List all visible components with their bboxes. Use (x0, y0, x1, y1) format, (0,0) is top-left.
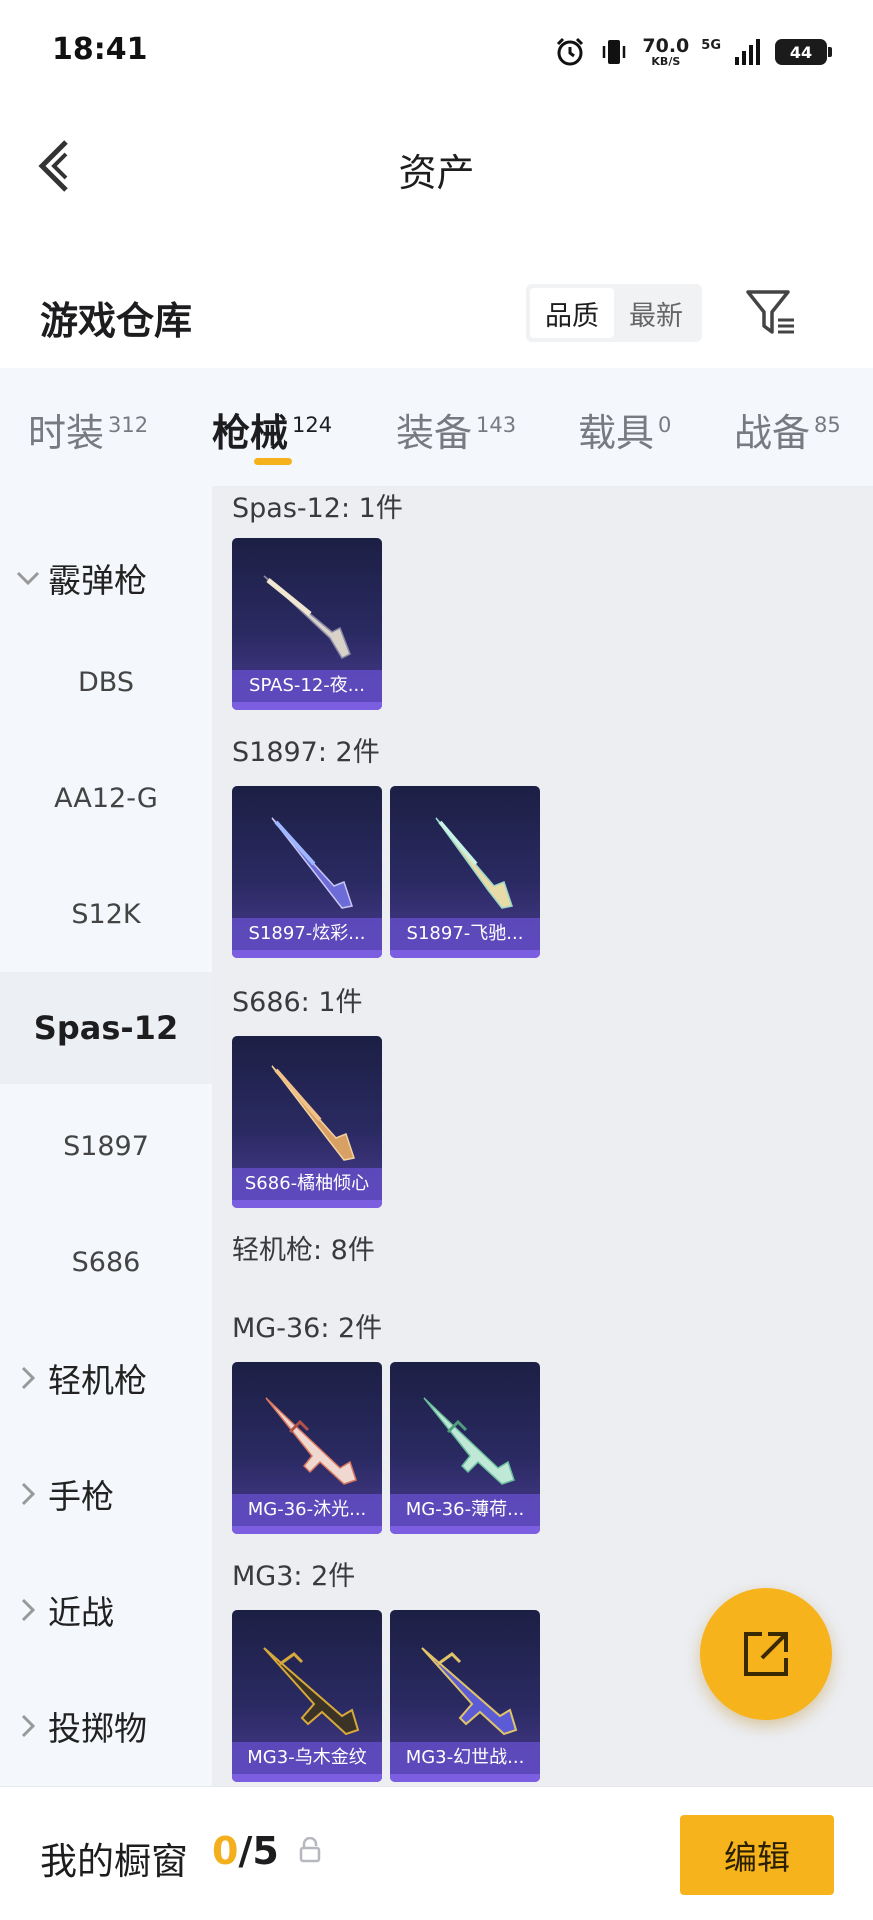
lock-icon (299, 1837, 321, 1863)
group-label-spas-12: Spas-12: 1件 (232, 493, 403, 524)
warehouse-header: 游戏仓库 品质 最新 (0, 268, 873, 368)
tab-fashion[interactable]: 时装 312 (28, 402, 148, 457)
sort-newest-button[interactable]: 最新 (614, 288, 698, 338)
alarm-icon (557, 37, 584, 66)
sidebar-item-spas-12[interactable]: Spas-12 (0, 972, 212, 1084)
group-label-s686: S686: 1件 (232, 987, 363, 1018)
edit-button[interactable]: 编辑 (680, 1815, 834, 1895)
filter-button[interactable] (744, 286, 798, 340)
shotgun-image (271, 817, 353, 909)
tab-indicator (254, 458, 292, 465)
network-speed: 70.0 KB/S (642, 35, 690, 68)
showcase-label: 我的橱窗 (40, 1840, 188, 1883)
item-card[interactable]: S1897-炫彩... (232, 786, 382, 958)
status-time: 18:41 (52, 32, 148, 67)
vibrate-icon (603, 40, 626, 64)
page-title: 资产 (398, 151, 475, 195)
group-label-lmg: 轻机枪: 8件 (232, 1235, 375, 1266)
chevron-down-icon (16, 571, 40, 586)
item-card[interactable]: S1897-飞驰... (390, 786, 540, 958)
item-card[interactable]: S686-橘柚倾心 (232, 1036, 382, 1208)
machine-gun-image (265, 1397, 357, 1485)
item-card[interactable]: MG-36-薄荷... (390, 1362, 540, 1534)
item-card[interactable]: MG3-幻世战... (390, 1610, 540, 1782)
bottom-bar: 我的橱窗 0/5 编辑 (0, 1786, 873, 1920)
nav-header: 资产 (0, 104, 873, 224)
machine-gun-image (263, 1647, 360, 1736)
chevron-right-icon (21, 1482, 36, 1506)
chevron-right-icon (21, 1366, 36, 1390)
sidebar-item-dbs[interactable]: DBS (0, 644, 212, 720)
network-type: 5G (701, 37, 721, 53)
category-tabs: 时装 312 枪械 124 装备 143 载具 0 战备 85 (0, 368, 873, 486)
chevron-right-icon (21, 1714, 36, 1738)
group-label-mg3: MG3: 2件 (232, 1561, 356, 1592)
sidebar-category-throwables[interactable]: 投掷物 (0, 1688, 212, 1764)
tab-supplies[interactable]: 战备 85 (734, 402, 841, 457)
sidebar-category-shotgun[interactable]: 霰弹枪 (0, 540, 212, 616)
item-card[interactable]: MG-36-沐光... (232, 1362, 382, 1534)
share-button[interactable] (700, 1588, 832, 1720)
shotgun-image (435, 817, 513, 909)
sidebar: 霰弹枪 DBS AA12-G S12K Spas-12 S1897 S686 轻… (0, 486, 212, 1786)
item-card[interactable]: SPAS-12-夜... (232, 538, 382, 710)
sidebar-item-s12k[interactable]: S12K (0, 876, 212, 952)
tab-vehicles[interactable]: 载具 0 (578, 402, 671, 457)
sidebar-category-lmg[interactable]: 轻机枪 (0, 1340, 212, 1416)
share-icon (744, 1632, 788, 1676)
tab-equipment[interactable]: 装备 143 (396, 402, 516, 457)
tab-firearms[interactable]: 枪械 124 (212, 402, 332, 457)
chevron-right-icon (21, 1598, 36, 1622)
sidebar-category-pistol[interactable]: 手枪 (0, 1456, 212, 1532)
filter-icon (746, 290, 794, 334)
showcase-count: 0/5 (212, 1829, 279, 1873)
sort-quality-button[interactable]: 品质 (530, 288, 614, 338)
group-label-mg-36: MG-36: 2件 (232, 1313, 383, 1344)
machine-gun-image (423, 1397, 515, 1485)
sort-toggle: 品质 最新 (526, 284, 702, 342)
item-card[interactable]: MG3-乌木金纹 (232, 1610, 382, 1782)
shotgun-image (263, 575, 351, 659)
sidebar-item-s1897[interactable]: S1897 (0, 1108, 212, 1184)
warehouse-title: 游戏仓库 (40, 299, 193, 343)
shotgun-image (271, 1065, 355, 1161)
sidebar-category-melee[interactable]: 近战 (0, 1572, 212, 1648)
status-bar: 18:41 70.0 KB/S 5G 44 (0, 0, 873, 104)
machine-gun-image (421, 1647, 518, 1736)
signal-icon (735, 39, 760, 65)
battery-icon: 44 (775, 39, 832, 65)
status-icons: 70.0 KB/S 5G 44 (554, 30, 832, 74)
sidebar-item-s686[interactable]: S686 (0, 1224, 212, 1300)
group-label-s1897: S1897: 2件 (232, 737, 380, 768)
sidebar-item-aa12-g[interactable]: AA12-G (0, 760, 212, 836)
